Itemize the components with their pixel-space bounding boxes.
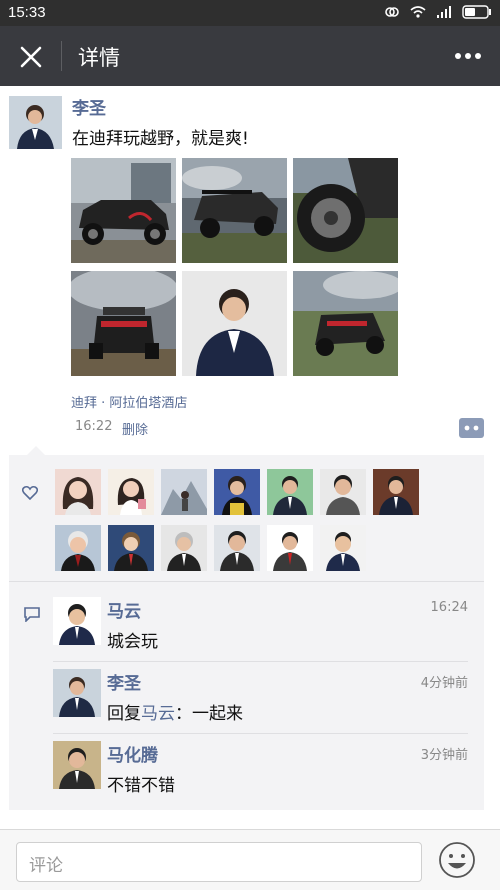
post-photo[interactable] [293,271,398,376]
battery-icon [462,5,491,19]
panel-caret [27,446,45,455]
like-avatar[interactable] [55,469,101,515]
comment-author[interactable]: 马化腾 [107,741,158,766]
comment-author[interactable]: 李圣 [107,669,141,694]
like-avatar[interactable] [108,469,154,515]
like-avatar[interactable] [214,525,260,571]
comment-time: 3分钟前 [420,748,468,763]
like-avatar[interactable] [267,469,313,515]
like-avatar[interactable] [161,469,207,515]
signal-icon [437,6,451,18]
status-icons [384,5,492,19]
reply-body: 一起来 [192,704,243,724]
post-photo[interactable] [182,158,287,263]
reply-prefix: 回复 [107,704,141,724]
comment-time: 4分钟前 [420,676,468,691]
more-icon[interactable] [454,46,482,66]
comment-input-placeholder: 评论 [29,856,63,876]
like-avatar[interactable] [214,469,260,515]
post-photo[interactable] [71,158,176,263]
comment-author[interactable]: 马云 [107,597,141,622]
comment-text: 城会玩 [107,632,158,652]
comment-input[interactable]: 评论 [16,842,422,882]
page-title: 详情 [78,46,120,70]
comment-text: 回复马云：一起来 [107,699,243,724]
comment-divider [53,733,468,734]
dots-icon [464,425,479,431]
like-avatar[interactable] [267,525,313,571]
post-author[interactable]: 李圣 [72,94,106,119]
likes-comments-panel: 马云 16:24 城会玩 李圣 4分钟前 回复马云：一起来 马化腾 3分钟前 不… [9,446,484,810]
navbar: 详情 [0,26,500,86]
like-avatar[interactable] [55,525,101,571]
post-photo[interactable] [293,158,398,263]
post-text: 在迪拜玩越野，就是爽! [72,129,249,149]
post-time: 16:22 [75,419,113,434]
post-location[interactable]: 迪拜 · 阿拉伯塔酒店 [71,392,187,411]
comment-divider [53,661,468,662]
comment-avatar[interactable] [53,597,101,645]
like-avatar[interactable] [320,525,366,571]
heart-icon [22,485,38,500]
like-avatar[interactable] [161,525,207,571]
comment-time: 16:24 [430,600,468,615]
post-photo[interactable] [182,271,287,376]
delete-link[interactable]: 删除 [122,419,148,438]
like-avatar[interactable] [373,469,419,515]
close-icon[interactable] [16,42,46,72]
comment-icon [24,607,40,622]
comment-avatar[interactable] [53,669,101,717]
like-avatar[interactable] [320,469,366,515]
comment-avatar[interactable] [53,741,101,789]
comment-action-button[interactable] [459,418,484,438]
likes-divider [9,581,484,582]
link-icon [385,7,399,17]
reply-separator: ： [175,704,192,724]
comment-composer: 评论 [0,829,500,890]
reply-target[interactable]: 马云 [141,704,175,724]
status-bar: 15:33 [0,0,500,26]
nav-divider [61,41,62,71]
emoji-icon[interactable] [438,841,476,879]
wifi-icon [410,6,426,18]
status-time: 15:33 [8,4,46,21]
comment-text: 不错不错 [107,776,175,796]
post-photo[interactable] [71,271,176,376]
like-avatar[interactable] [108,525,154,571]
author-avatar[interactable] [9,96,62,149]
